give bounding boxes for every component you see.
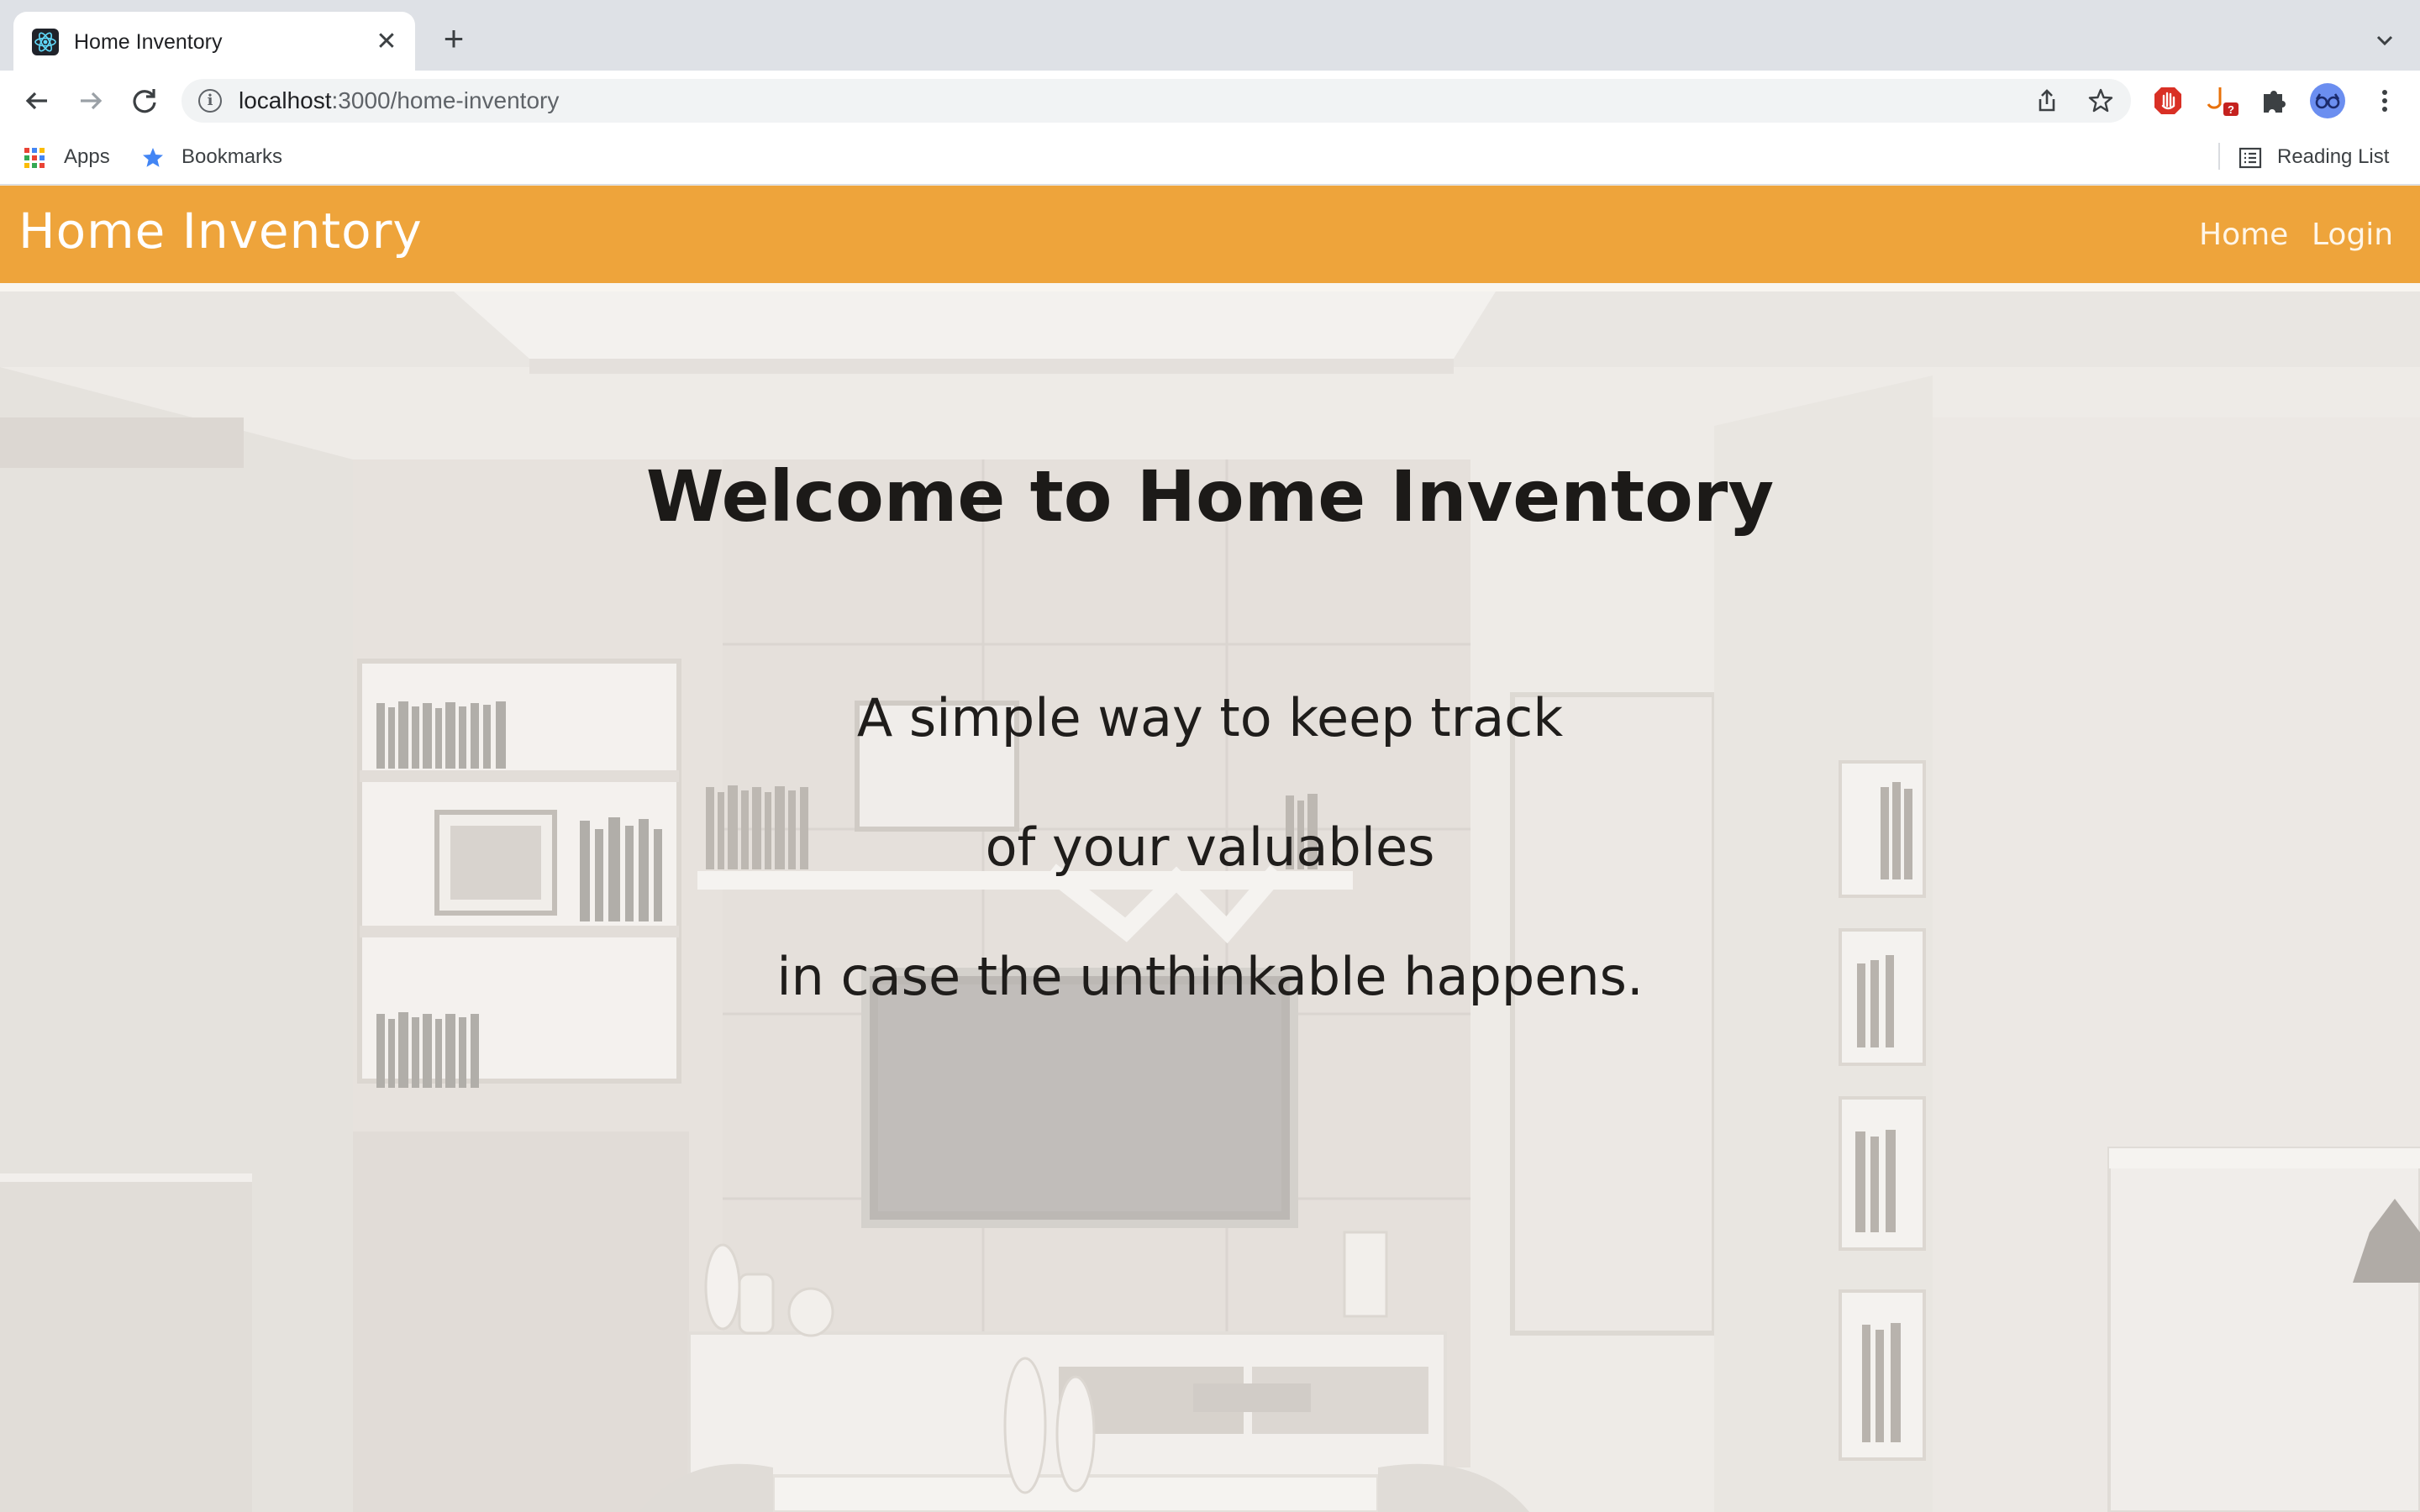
site-navbar: Home Inventory Home Login: [0, 186, 2420, 283]
profile-avatar-icon[interactable]: [2309, 82, 2346, 119]
star-icon: [143, 148, 163, 167]
share-icon[interactable]: [2033, 87, 2060, 114]
hero-line-3: in case the unthinkable happens.: [776, 946, 1644, 1007]
browser-tab[interactable]: Home Inventory ✕: [13, 12, 415, 71]
bookmark-bookmarks-label: Bookmarks: [182, 145, 283, 168]
reload-icon[interactable]: [126, 82, 163, 119]
hero-title: Welcome to Home Inventory: [645, 455, 1775, 538]
reading-list-button[interactable]: Reading List: [2238, 143, 2407, 171]
url-path: :3000/home-inventory: [331, 87, 560, 113]
hook-extension-icon[interactable]: ?: [2205, 82, 2242, 119]
address-bar[interactable]: i localhost:3000/home-inventory: [182, 79, 2131, 123]
tab-search-chevron-icon[interactable]: [2370, 25, 2400, 55]
close-tab-icon[interactable]: ✕: [371, 27, 402, 57]
site-brand[interactable]: Home Inventory: [18, 201, 423, 261]
reading-list-icon: [2238, 147, 2262, 169]
tab-title: Home Inventory: [74, 30, 223, 54]
forward-arrow-icon[interactable]: [72, 82, 109, 119]
react-favicon-icon: [32, 29, 59, 55]
svg-text:?: ?: [2228, 103, 2234, 116]
navbar-bottom-border: [0, 283, 2420, 291]
browser-toolbar: i localhost:3000/home-inventory ?: [0, 71, 2420, 131]
bookmark-apps-label: Apps: [64, 145, 110, 168]
url-text[interactable]: localhost:3000/home-inventory: [239, 87, 559, 114]
browser-menu-icon[interactable]: [2366, 82, 2403, 119]
site-info-icon[interactable]: i: [198, 89, 222, 113]
living-room-background-image: Welcome to Home Inventory A simple way t…: [0, 291, 2420, 1512]
adblock-extension-icon[interactable]: [2149, 82, 2186, 119]
bookmarks-bar: Apps Bookmarks Reading List: [0, 131, 2420, 185]
reading-list-label: Reading List: [2277, 145, 2390, 168]
new-tab-icon[interactable]: +: [435, 21, 472, 59]
tab-strip: Home Inventory ✕ +: [0, 0, 2420, 71]
back-arrow-icon[interactable]: [18, 82, 55, 119]
nav-link-home[interactable]: Home: [2199, 216, 2288, 255]
nav-link-login[interactable]: Login: [2312, 216, 2393, 255]
bookmarks-divider: [2218, 143, 2220, 170]
hero-line-1: A simple way to keep track: [856, 687, 1564, 748]
apps-grid-icon: [24, 148, 45, 168]
extensions-puzzle-icon[interactable]: [2255, 82, 2292, 119]
url-host: localhost: [239, 87, 332, 113]
hero-line-2: of your valuables: [985, 816, 1435, 878]
bookmark-star-icon[interactable]: [2087, 87, 2114, 114]
page-viewport: Home Inventory Home Login Welcome to Hom…: [0, 186, 2420, 1512]
